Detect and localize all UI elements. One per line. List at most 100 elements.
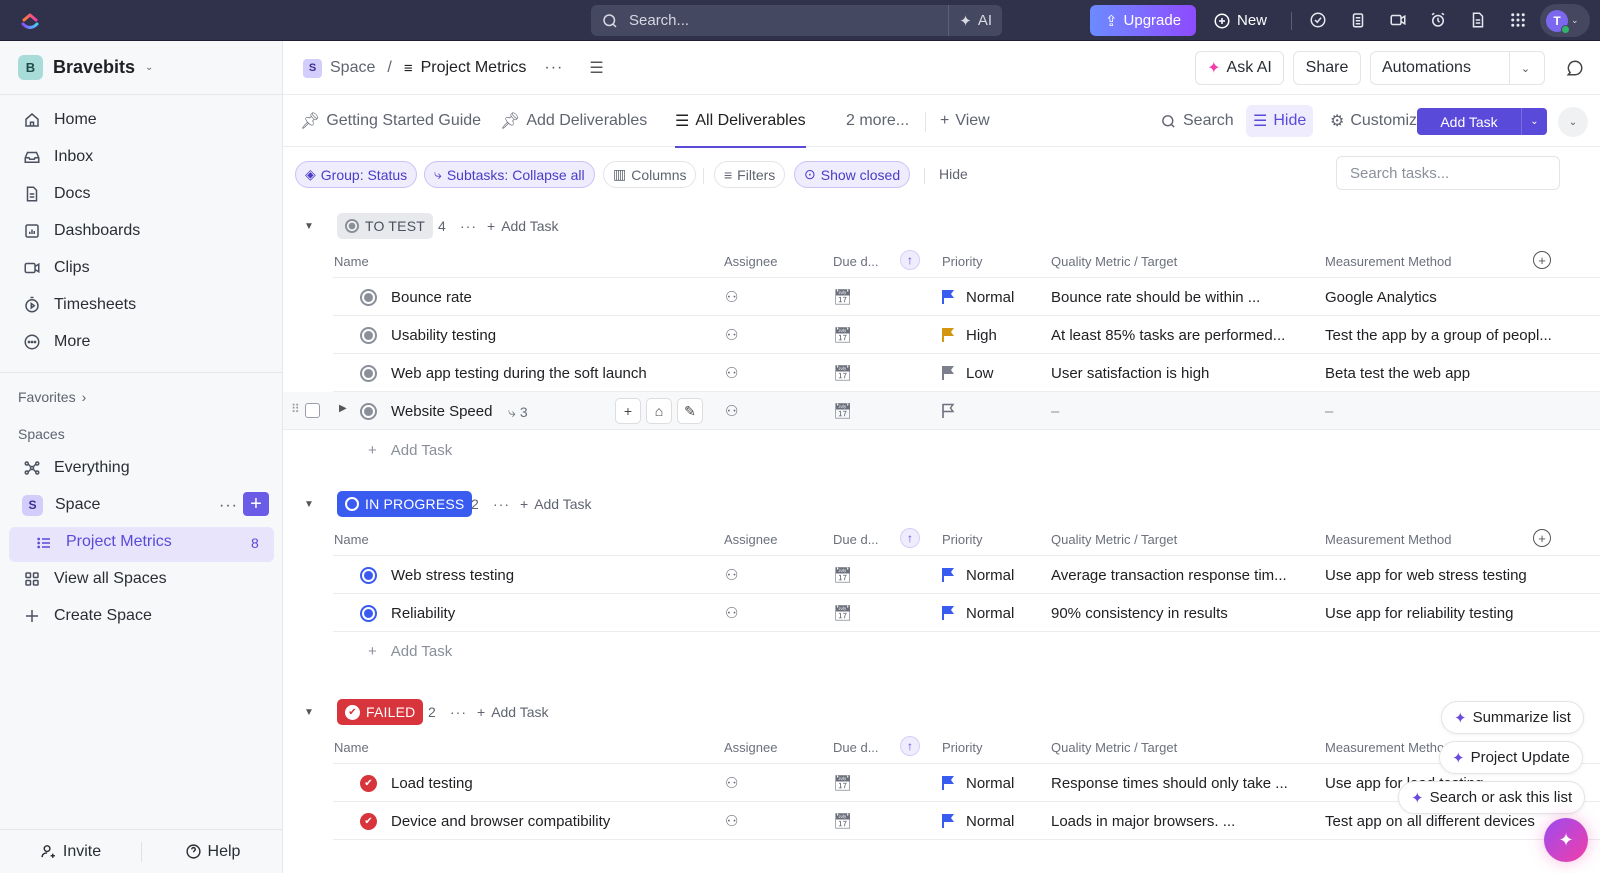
- table-row[interactable]: Web stress testing ⚇ 📅︎ Normal Average t…: [333, 556, 1600, 594]
- alarm-clock-icon[interactable]: [1428, 10, 1448, 30]
- apps-grid-icon[interactable]: [1508, 10, 1528, 30]
- column-quality-metric[interactable]: Quality Metric / Target: [1051, 254, 1177, 269]
- status-in-progress-icon[interactable]: [360, 567, 377, 584]
- tab-add-deliverables[interactable]: 📌︎ Add Deliverables: [500, 95, 647, 147]
- priority-label[interactable]: Low: [966, 365, 994, 382]
- ai-button[interactable]: ✦ AI: [949, 5, 1002, 36]
- invite-button[interactable]: Invite: [0, 843, 141, 861]
- measurement-method-cell[interactable]: Use app for web stress testing: [1325, 567, 1565, 584]
- add-column-icon[interactable]: +: [1533, 529, 1551, 547]
- expand-subtasks-icon[interactable]: ▶: [339, 403, 347, 414]
- priority-flag-icon[interactable]: [942, 567, 956, 583]
- sidebar-item-dashboards[interactable]: Dashboards: [22, 217, 140, 245]
- column-priority[interactable]: Priority: [942, 740, 982, 755]
- collapse-caret-icon[interactable]: ▼: [304, 707, 314, 718]
- filters-chip[interactable]: ≡ Filters: [714, 161, 786, 188]
- sidebar-item-docs[interactable]: Docs: [22, 180, 90, 208]
- measurement-method-cell[interactable]: Use app for reliability testing: [1325, 605, 1565, 622]
- column-assignee[interactable]: Assignee: [724, 740, 777, 755]
- calendar-plus-icon[interactable]: 📅︎: [833, 812, 852, 830]
- assign-user-icon[interactable]: ⚇: [725, 774, 738, 792]
- add-subtask-icon[interactable]: +: [615, 398, 641, 424]
- table-row[interactable]: Bounce rate ⚇ 📅︎ Normal Bounce rate shou…: [333, 278, 1600, 316]
- quality-metric-cell[interactable]: Bounce rate should be within ...: [1051, 289, 1260, 306]
- status-to-test-icon[interactable]: [360, 327, 377, 344]
- priority-flag-icon[interactable]: [942, 813, 956, 829]
- sidebar-item-space[interactable]: S Space: [22, 491, 100, 519]
- assign-user-icon[interactable]: ⚇: [725, 326, 738, 344]
- sidebar-item-create-space[interactable]: Create Space: [22, 602, 152, 630]
- priority-label[interactable]: Normal: [966, 813, 1014, 830]
- status-to-test-icon[interactable]: [360, 403, 377, 420]
- breadcrumb-space[interactable]: Space: [330, 59, 375, 77]
- assign-user-icon[interactable]: ⚇: [725, 364, 738, 382]
- column-name[interactable]: Name: [334, 740, 369, 755]
- task-name[interactable]: Device and browser compatibility: [391, 813, 610, 830]
- column-measurement-method[interactable]: Measurement Method: [1325, 740, 1451, 755]
- hide-filter-button[interactable]: Hide: [939, 166, 968, 182]
- space-add-button[interactable]: +: [243, 492, 269, 516]
- status-to-test-icon[interactable]: [360, 365, 377, 382]
- sort-ascending-icon[interactable]: ↑: [900, 736, 920, 756]
- status-badge[interactable]: ✔ FAILED: [337, 699, 424, 725]
- tab-getting-started-guide[interactable]: 📌︎ Getting Started Guide: [300, 95, 481, 147]
- list-more-icon[interactable]: ···: [544, 59, 563, 77]
- priority-flag-icon[interactable]: [942, 775, 956, 791]
- task-name[interactable]: Web app testing during the soft launch: [391, 365, 647, 382]
- measurement-method-cell[interactable]: Google Analytics: [1325, 289, 1565, 306]
- add-column-icon[interactable]: +: [1533, 251, 1551, 269]
- quality-metric-cell[interactable]: At least 85% tasks are performed...: [1051, 327, 1285, 344]
- assign-user-icon[interactable]: ⚇: [725, 604, 738, 622]
- chat-icon[interactable]: [1566, 59, 1584, 77]
- column-assignee[interactable]: Assignee: [724, 254, 777, 269]
- check-circle-icon[interactable]: [1308, 10, 1328, 30]
- task-name[interactable]: Bounce rate: [391, 289, 472, 306]
- document-icon[interactable]: [1468, 10, 1488, 30]
- priority-label[interactable]: Normal: [966, 775, 1014, 792]
- task-name[interactable]: Reliability: [391, 605, 455, 622]
- sidebar-item-inbox[interactable]: Inbox: [22, 143, 93, 171]
- table-row[interactable]: Web app testing during the soft launch ⚇…: [333, 354, 1600, 392]
- column-measurement-method[interactable]: Measurement Method: [1325, 532, 1451, 547]
- task-name[interactable]: Website Speed: [391, 403, 492, 420]
- breadcrumb-list[interactable]: Project Metrics: [421, 59, 527, 77]
- calendar-plus-icon[interactable]: 📅︎: [833, 402, 852, 420]
- tab-more-views[interactable]: 2 more...: [846, 95, 909, 147]
- column-due-date[interactable]: Due d...: [833, 532, 879, 547]
- column-due-date[interactable]: Due d...: [833, 254, 879, 269]
- sort-ascending-icon[interactable]: ↑: [900, 528, 920, 548]
- priority-label[interactable]: Normal: [966, 289, 1014, 306]
- ai-summarize-list-button[interactable]: ✦ Summarize list: [1441, 701, 1584, 734]
- priority-flag-empty-icon[interactable]: [942, 403, 956, 419]
- priority-flag-icon[interactable]: [942, 365, 956, 381]
- clickup-logo-icon[interactable]: [18, 9, 42, 33]
- new-button[interactable]: New: [1213, 5, 1267, 36]
- quality-metric-cell[interactable]: Average transaction response tim...: [1051, 567, 1287, 584]
- sidebar-item-everything[interactable]: Everything: [22, 454, 130, 482]
- sidebar-item-timesheets[interactable]: Timesheets: [22, 291, 136, 319]
- search-input[interactable]: Search...: [591, 5, 950, 36]
- status-to-test-icon[interactable]: [360, 289, 377, 306]
- tab-all-deliverables[interactable]: ☰ All Deliverables: [675, 95, 806, 148]
- priority-label[interactable]: Normal: [966, 567, 1014, 584]
- add-task-row[interactable]: + Add Task: [368, 643, 452, 660]
- show-closed-chip[interactable]: ⊙ Show closed: [794, 161, 911, 188]
- help-button[interactable]: Help: [142, 843, 283, 861]
- clipboard-icon[interactable]: [1348, 10, 1368, 30]
- priority-flag-icon[interactable]: [942, 289, 956, 305]
- space-more-icon[interactable]: ···: [219, 497, 238, 515]
- add-view-button[interactable]: + View: [940, 95, 990, 147]
- ai-search-list-button[interactable]: ✦ Search or ask this list: [1398, 781, 1586, 814]
- column-priority[interactable]: Priority: [942, 532, 982, 547]
- quality-metric-cell[interactable]: Response times should only take ...: [1051, 775, 1288, 792]
- quality-metric-cell[interactable]: –: [1051, 403, 1059, 420]
- task-name[interactable]: Load testing: [391, 775, 473, 792]
- priority-flag-icon[interactable]: [942, 605, 956, 621]
- search-tasks-button[interactable]: Search: [1153, 105, 1241, 137]
- video-icon[interactable]: [1388, 10, 1408, 30]
- hide-button[interactable]: ☰ Hide: [1246, 105, 1314, 137]
- favorites-section[interactable]: Favorites ›: [18, 389, 86, 405]
- measurement-method-cell[interactable]: –: [1325, 403, 1565, 420]
- column-measurement-method[interactable]: Measurement Method: [1325, 254, 1451, 269]
- sidebar-item-clips[interactable]: Clips: [22, 254, 90, 282]
